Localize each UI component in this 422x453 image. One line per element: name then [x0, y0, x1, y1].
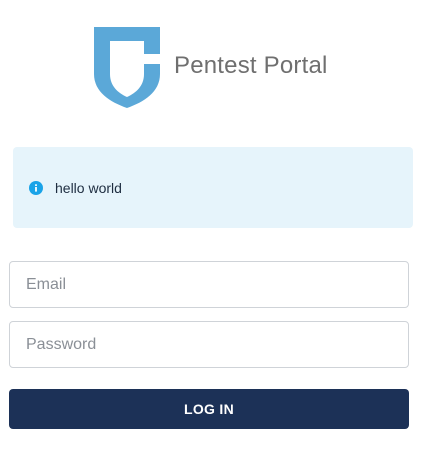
app-title: Pentest Portal [174, 52, 328, 79]
brand-header: Pentest Portal [92, 24, 328, 108]
alert-message: hello world [55, 179, 122, 196]
info-alert: hello world [13, 147, 413, 228]
login-page: Pentest Portal hello world LOG IN [0, 0, 422, 453]
login-button[interactable]: LOG IN [9, 389, 409, 429]
password-input[interactable] [9, 321, 409, 368]
info-icon [29, 180, 43, 195]
shield-icon [92, 24, 162, 108]
email-input[interactable] [9, 261, 409, 308]
